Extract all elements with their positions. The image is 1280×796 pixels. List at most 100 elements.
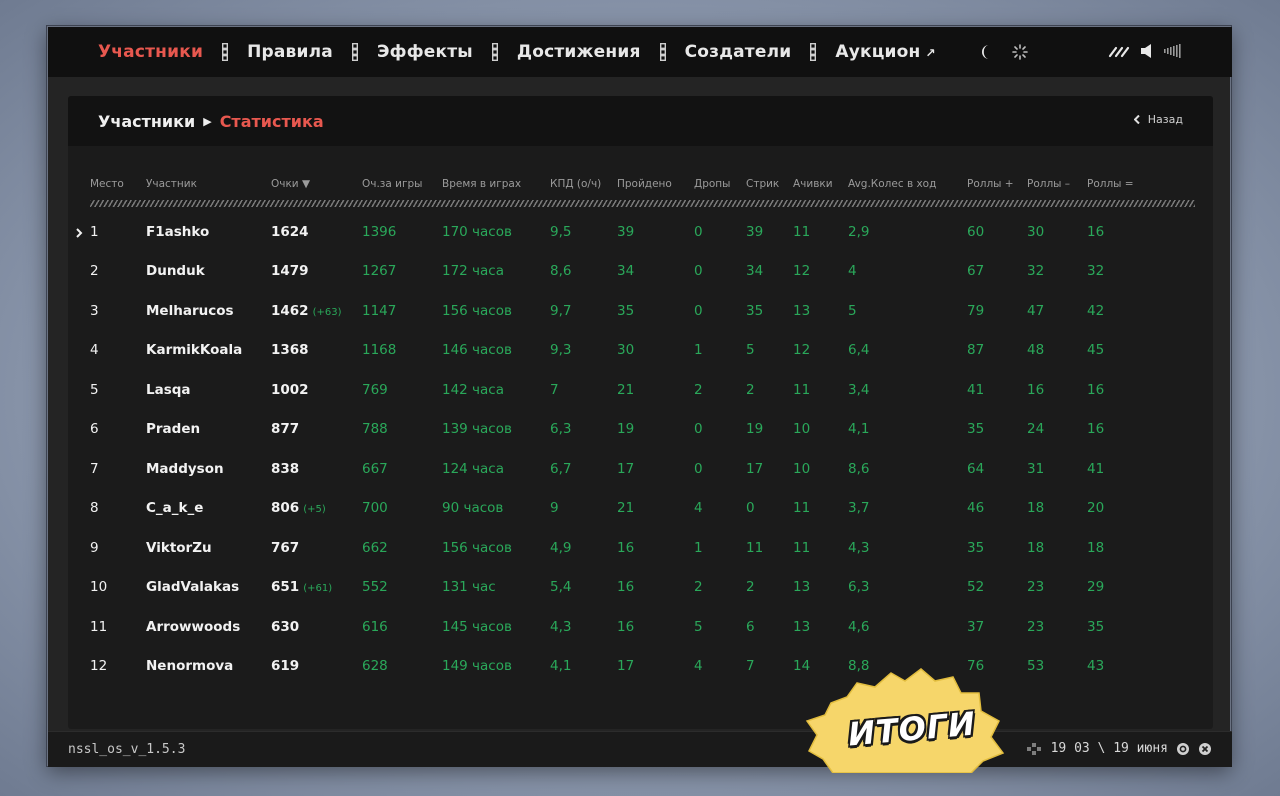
cell-passed: 35 (617, 291, 694, 331)
cell-name: C_a_k_e (146, 489, 271, 529)
cell-kpd: 4,9 (550, 528, 617, 568)
cell-kpd: 6,7 (550, 449, 617, 489)
nav-effects[interactable]: Эффекты (377, 42, 473, 62)
cell-rolls-minus: 32 (1027, 252, 1087, 292)
table-body: 1 F1ashko 1624 1396 170 часов 9,5 39 0 39 11 2,9 60… (76, 212, 1195, 687)
cell-rolls-eq: 43 (1087, 647, 1195, 687)
cell-rolls-minus: 16 (1027, 370, 1087, 410)
cell-name-text: KarmikKoala (146, 342, 243, 359)
cell-time: 149 часов (442, 647, 550, 687)
table-row[interactable]: 8 C_a_k_e 806 (+5) 700 90 часов 9 21 4 0 11 3,7 46 18… (90, 489, 1195, 529)
table-row[interactable]: 9 ViktorZu 767 662 156 часов 4,9 16 1 11 11 4,3 35 1… (90, 528, 1195, 568)
cell-time: 170 часов (442, 212, 550, 252)
cell-rolls-eq-text: 20 (1087, 500, 1105, 517)
cell-passed-text: 17 (617, 460, 635, 477)
cell-avg-wheels: 4,1 (848, 410, 967, 450)
col-header[interactable]: Avg.Колес в ход (848, 174, 967, 194)
col-header[interactable]: Стрик (746, 174, 793, 194)
cell-time: 142 часа (442, 370, 550, 410)
cell-score: 619 (271, 647, 362, 687)
cell-rolls-plus-text: 46 (967, 500, 985, 517)
cell-name: F1ashko (146, 212, 271, 252)
cell-streak-text: 2 (746, 579, 755, 596)
cell-achievements-text: 12 (793, 263, 811, 280)
cell-drops-text: 4 (694, 500, 703, 517)
cell-kpd: 9,3 (550, 331, 617, 371)
breadcrumb-parent[interactable]: Участники (98, 112, 195, 131)
col-header[interactable]: Роллы = (1087, 174, 1195, 194)
top-nav: Участники Правила Эффекты Достижения Соз… (48, 27, 1232, 77)
cell-place: 2 (90, 252, 146, 292)
cell-name: Maddyson (146, 449, 271, 489)
col-header[interactable]: Очки ▼ (271, 174, 362, 194)
cell-drops-text: 2 (694, 579, 703, 596)
nav-auction[interactable]: Аукцион ↗ (835, 42, 935, 62)
cell-avg-wheels: 6,4 (848, 331, 967, 371)
moon-icon[interactable] (980, 44, 994, 60)
cell-game-points: 700 (362, 489, 442, 529)
cell-rolls-eq: 41 (1087, 449, 1195, 489)
table-row[interactable]: 5 Lasqa 1002 769 142 часа 7 21 2 2 11 3,4 41 16 16 (90, 370, 1195, 410)
cell-game-points-text: 616 (362, 618, 388, 635)
cell-drops: 2 (694, 568, 746, 608)
table-row[interactable]: 7 Maddyson 838 667 124 часа 6,7 17 0 17 10 8,6 64 31… (90, 449, 1195, 489)
col-header[interactable]: Время в играх (442, 174, 550, 194)
cell-name: GladValakas (146, 568, 271, 608)
cell-time: 90 часов (442, 489, 550, 529)
back-button[interactable]: Назад (1133, 113, 1183, 126)
nav-participants[interactable]: Участники (98, 42, 203, 62)
sun-icon[interactable] (1011, 44, 1028, 60)
cell-rolls-eq-text: 35 (1087, 618, 1105, 635)
status-bar: nssl_os_v_1.5.3 19 03 \ 19 июня (48, 731, 1232, 767)
cell-passed-text: 16 (617, 579, 635, 596)
cell-kpd: 8,6 (550, 252, 617, 292)
table-row[interactable]: 10 GladValakas 651 (+61) 552 131 час 5,4 16 2 2 13… (90, 568, 1195, 608)
cell-drops-text: 0 (694, 302, 703, 319)
cell-rolls-minus-text: 23 (1027, 618, 1045, 635)
cell-time: 145 часов (442, 607, 550, 647)
table-row[interactable]: 1 F1ashko 1624 1396 170 часов 9,5 39 0 39 11 2,9 60… (76, 212, 1195, 252)
cell-drops-text: 1 (694, 539, 703, 556)
score-delta: (+61) (303, 583, 333, 595)
col-header[interactable]: КПД (о/ч) (550, 174, 617, 194)
cell-time-text: 172 часа (442, 263, 505, 280)
cell-rolls-plus: 67 (967, 252, 1027, 292)
col-header[interactable]: Ачивки (793, 174, 848, 194)
col-header[interactable]: Дропы (694, 174, 746, 194)
cell-streak-text: 39 (746, 223, 764, 240)
theme-toggles (980, 44, 1028, 60)
cell-streak: 39 (746, 212, 793, 252)
table-row[interactable]: 3 Melharucos 1462 (+63) 1147 156 часов 9,7 35 0 3… (90, 291, 1195, 331)
cell-game-points-text: 1267 (362, 263, 397, 280)
nav-rules[interactable]: Правила (247, 42, 333, 62)
col-header[interactable]: Оч.за игры (362, 174, 442, 194)
volume-bars-icon[interactable] (1164, 44, 1184, 58)
nav-achievements[interactable]: Достижения (517, 42, 641, 62)
nav-creators[interactable]: Создатели (685, 42, 792, 62)
cell-place-text: 10 (90, 579, 108, 596)
close-circle-icon[interactable] (1198, 742, 1212, 756)
col-header[interactable]: Место (90, 174, 146, 194)
cell-rolls-eq: 16 (1087, 212, 1195, 252)
cell-score-text: 838 (271, 460, 300, 477)
cell-streak-text: 2 (746, 381, 755, 398)
cell-drops: 2 (694, 370, 746, 410)
volume-icon[interactable] (1140, 43, 1154, 59)
cell-avg-wheels-text: 4,1 (848, 421, 870, 438)
settings-circle-icon[interactable] (1176, 742, 1190, 756)
table-row[interactable]: 4 KarmikKoala 1368 1168 146 часов 9,3 30 1 5 12 6,… (90, 331, 1195, 371)
cell-game-points-text: 628 (362, 658, 388, 675)
cell-kpd: 9,7 (550, 291, 617, 331)
table-row[interactable]: 12 Nenormova 619 628 149 часов 4,1 17 4 7 14 8,8 76… (90, 647, 1195, 687)
wave-icon[interactable] (1108, 44, 1130, 58)
col-header[interactable]: Роллы – (1027, 174, 1087, 194)
col-header[interactable]: Участник (146, 174, 271, 194)
table-row[interactable]: 6 Praden 877 788 139 часов 6,3 19 0 19 10 4,1 35 24 1… (90, 410, 1195, 450)
col-header[interactable]: Пройдено (617, 174, 694, 194)
table-row[interactable]: 11 Arrowwoods 630 616 145 часов 4,3 16 5 6 13 4,6 3… (90, 607, 1195, 647)
cell-avg-wheels-text: 4,3 (848, 539, 870, 556)
cell-rolls-minus-text: 30 (1027, 223, 1045, 240)
cell-streak: 5 (746, 331, 793, 371)
col-header[interactable]: Роллы + (967, 174, 1027, 194)
table-row[interactable]: 2 Dunduk 1479 1267 172 часа 8,6 34 0 34 12 4 67 32 32 (90, 252, 1195, 292)
